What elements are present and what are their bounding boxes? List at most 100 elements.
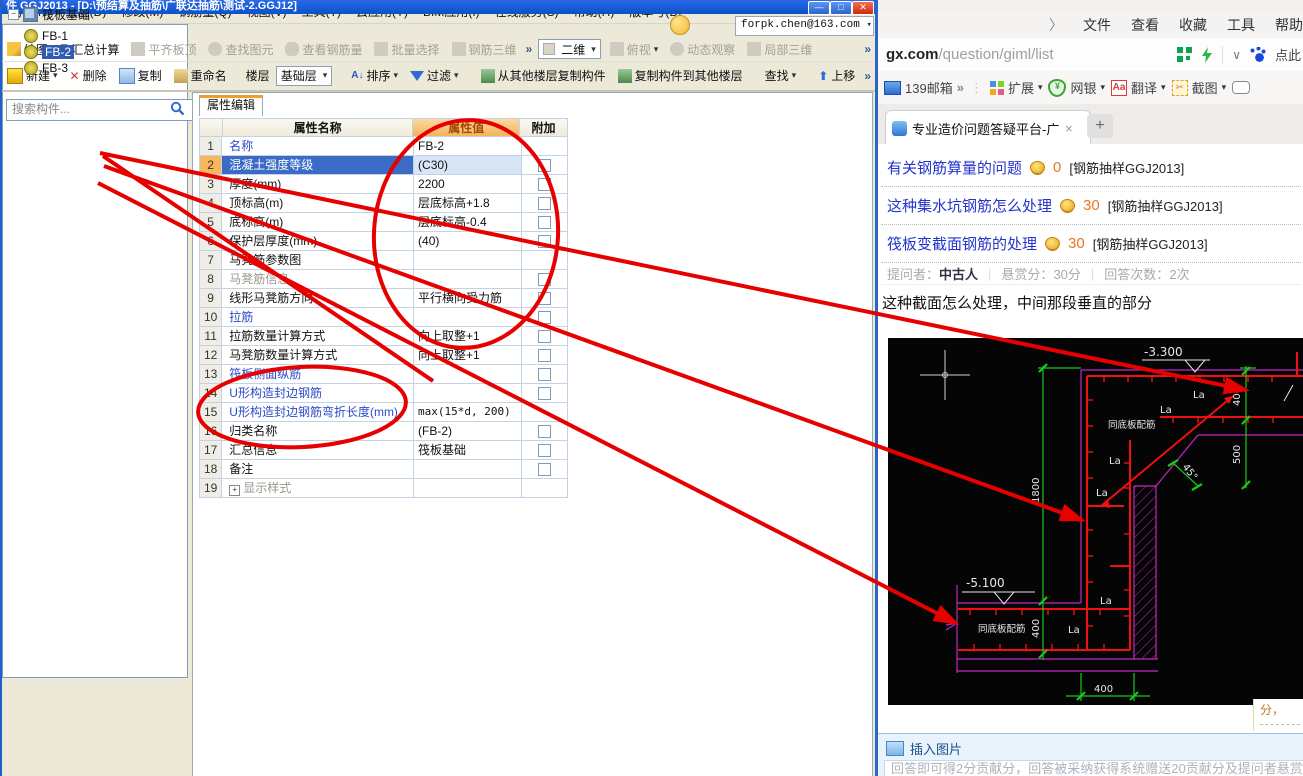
top-view-button[interactable]: 俯视 ▾ — [607, 39, 662, 60]
copy-from-floor-button[interactable]: 从其他楼层复制构件 — [478, 65, 609, 86]
attach-checkbox[interactable] — [537, 425, 551, 438]
tree-item-fb-3[interactable]: FB-3 — [24, 60, 68, 76]
answer-input[interactable]: 回答即可得2分贡献分，回答被采纳获得系统赠送20贡献分及提问者悬赏分... — [884, 760, 1303, 776]
ggj-title-bar[interactable]: 件 GGJ2013 - [D:\预结算及抽筋\广联达抽筋\测试-2.GGJ12] — [2, 0, 881, 14]
account-dropdown[interactable]: forpk.chen@163.com ▾ — [735, 16, 874, 36]
table-row[interactable]: 7 马凳筋参数图 — [199, 251, 568, 270]
browser-menu-item-3[interactable]: 工具 — [1227, 15, 1255, 35]
batch-select-button[interactable]: 批量选择 — [371, 39, 442, 60]
table-row[interactable]: 17 汇总信息 筏板基础 — [199, 441, 568, 460]
attach-checkbox[interactable] — [537, 197, 551, 210]
attach-checkbox[interactable] — [537, 311, 551, 324]
paw-icon[interactable] — [1249, 47, 1266, 62]
attach-checkbox[interactable] — [537, 216, 551, 229]
translate-button[interactable]: Aa 翻译 ▾ — [1111, 78, 1166, 97]
attach-checkbox[interactable] — [537, 349, 551, 362]
tree-item-fb-1[interactable]: FB-1 — [24, 28, 68, 44]
property-value[interactable]: 向上取整+1 — [414, 327, 522, 346]
property-value[interactable] — [414, 365, 522, 384]
insert-image-button[interactable]: 插入图片 — [886, 739, 962, 758]
toolbar-overflow-chevron-2[interactable]: » — [864, 42, 871, 56]
table-row[interactable]: 6 保护层厚度(mm) (40) — [199, 232, 568, 251]
browser-menu-item-1[interactable]: 查看 — [1131, 15, 1159, 35]
attach-checkbox[interactable] — [537, 292, 551, 305]
games-icon[interactable] — [1232, 81, 1251, 94]
sort-button[interactable]: A↓ 排序 ▾ — [348, 65, 401, 86]
property-value[interactable] — [414, 270, 522, 289]
lightning-icon[interactable] — [1201, 46, 1213, 63]
table-row[interactable]: 15 U形构造封边钢筋弯折长度(mm) max(15*d, 200) — [199, 403, 568, 422]
find-element-button[interactable]: 查找图元 — [205, 39, 276, 60]
attach-checkbox[interactable] — [537, 235, 551, 248]
property-value[interactable]: (40) — [414, 232, 522, 251]
delete-button[interactable]: ✕ 删除 — [67, 65, 110, 86]
maximize-button[interactable]: □ — [830, 1, 852, 15]
table-row[interactable]: 9 线形马凳筋方向 平行横向受力筋 — [199, 289, 568, 308]
qr-code-icon[interactable] — [1177, 47, 1193, 62]
search-input[interactable]: 搜索构件... — [6, 99, 195, 121]
property-value[interactable]: max(15*d, 200) — [414, 403, 522, 422]
tab-property-edit[interactable]: 属性编辑 — [199, 95, 263, 116]
rebar-3d-button[interactable]: 钢筋三维 — [449, 39, 520, 60]
attach-checkbox[interactable] — [537, 273, 551, 286]
table-row[interactable]: 5 底标高(m) 层底标高-0.4 — [199, 213, 568, 232]
tab-qa-platform[interactable]: 专业造价问题答疑平台-广联达 × — [885, 110, 1091, 145]
question-link[interactable]: 筏板变截面钢筋的处理 — [881, 233, 1037, 254]
find-button[interactable]: 查找 ▾ — [762, 65, 800, 86]
property-value[interactable] — [414, 479, 522, 498]
col-header-name[interactable]: 属性名称 — [222, 118, 414, 137]
menu-expand-arrow[interactable]: 〉 — [1049, 15, 1063, 35]
local-3d-button[interactable]: 局部三维 — [744, 39, 815, 60]
table-row[interactable]: 14 U形构造封边钢筋 — [199, 384, 568, 403]
attach-checkbox[interactable] — [537, 444, 551, 457]
attach-checkbox[interactable] — [537, 463, 551, 476]
orbit-button[interactable]: 动态观察 — [667, 39, 738, 60]
search-icon[interactable] — [170, 101, 185, 116]
table-row[interactable]: 19 + 显示样式 — [199, 479, 568, 498]
table-row[interactable]: 2 混凝土强度等级 (C30) — [199, 156, 568, 175]
property-value[interactable]: 层底标高-0.4 — [414, 213, 522, 232]
property-value[interactable]: FB-2 — [414, 137, 522, 156]
property-value[interactable]: 向上取整+1 — [414, 346, 522, 365]
tree-root[interactable]: − 筏板基础 — [8, 6, 90, 22]
extensions-button[interactable]: 扩展 ▾ — [989, 78, 1042, 97]
attach-checkbox[interactable] — [537, 387, 551, 400]
table-row[interactable]: 10 拉筋 — [199, 308, 568, 327]
property-value[interactable] — [414, 308, 522, 327]
question-row[interactable]: 这种集水坑钢筋怎么处理 30 [钢筋抽样GGJ2013] — [881, 186, 1301, 225]
address-bar[interactable]: gx.com /question/giml/list ∨ 点此 — [878, 38, 1303, 72]
collapse-icon[interactable]: − — [8, 8, 19, 20]
view-mode-combo[interactable]: 二维 ▾ — [538, 39, 601, 59]
property-value[interactable]: 筏板基础 — [414, 441, 522, 460]
property-value[interactable] — [414, 460, 522, 479]
property-value[interactable]: 2200 — [414, 175, 522, 194]
copy-to-floor-button[interactable]: 复制构件到其他楼层 — [615, 65, 746, 86]
close-button[interactable]: ✕ — [852, 1, 874, 15]
bank-button[interactable]: ¥ 网银 ▾ — [1048, 78, 1105, 97]
rename-button[interactable]: 重命名 — [171, 65, 230, 86]
copy-button[interactable]: 复制 — [116, 65, 165, 86]
asker-name[interactable]: 中古人 — [939, 267, 978, 282]
browser-menu-item-2[interactable]: 收藏 — [1179, 15, 1207, 35]
col-header-attach[interactable]: 附加 — [520, 118, 568, 137]
property-value[interactable]: (C30) — [414, 156, 522, 175]
tab-close-icon[interactable]: × — [1065, 121, 1073, 136]
attach-checkbox[interactable] — [537, 178, 551, 191]
property-value[interactable]: 层底标高+1.8 — [414, 194, 522, 213]
cad-section-image[interactable]: -3.300 -5.100 La La La La La La 同底板配筋 同底… — [888, 338, 1303, 705]
filter-button[interactable]: 过滤 ▾ — [407, 65, 462, 86]
table-row[interactable]: 16 归类名称 (FB-2) — [199, 422, 568, 441]
question-row[interactable]: 筏板变截面钢筋的处理 30 [钢筋抽样GGJ2013] — [881, 224, 1301, 263]
table-row[interactable]: 11 拉筋数量计算方式 向上取整+1 — [199, 327, 568, 346]
chevron-down-icon[interactable]: ∨ — [1232, 48, 1241, 62]
view-rebar-button[interactable]: 查看钢筋量 — [282, 39, 365, 60]
question-link[interactable]: 有关钢筋算量的问题 — [881, 157, 1022, 178]
attach-checkbox[interactable] — [537, 330, 551, 343]
minimize-button[interactable]: — — [808, 1, 830, 15]
browser-menu-item-4[interactable]: 帮助 — [1275, 15, 1303, 35]
property-value[interactable] — [414, 384, 522, 403]
question-link[interactable]: 这种集水坑钢筋怎么处理 — [881, 195, 1052, 216]
col-header-value[interactable]: 属性值 — [413, 118, 521, 137]
attach-checkbox[interactable] — [537, 368, 551, 381]
question-row[interactable]: 有关钢筋算量的问题 0 [钢筋抽样GGJ2013] — [881, 148, 1301, 187]
